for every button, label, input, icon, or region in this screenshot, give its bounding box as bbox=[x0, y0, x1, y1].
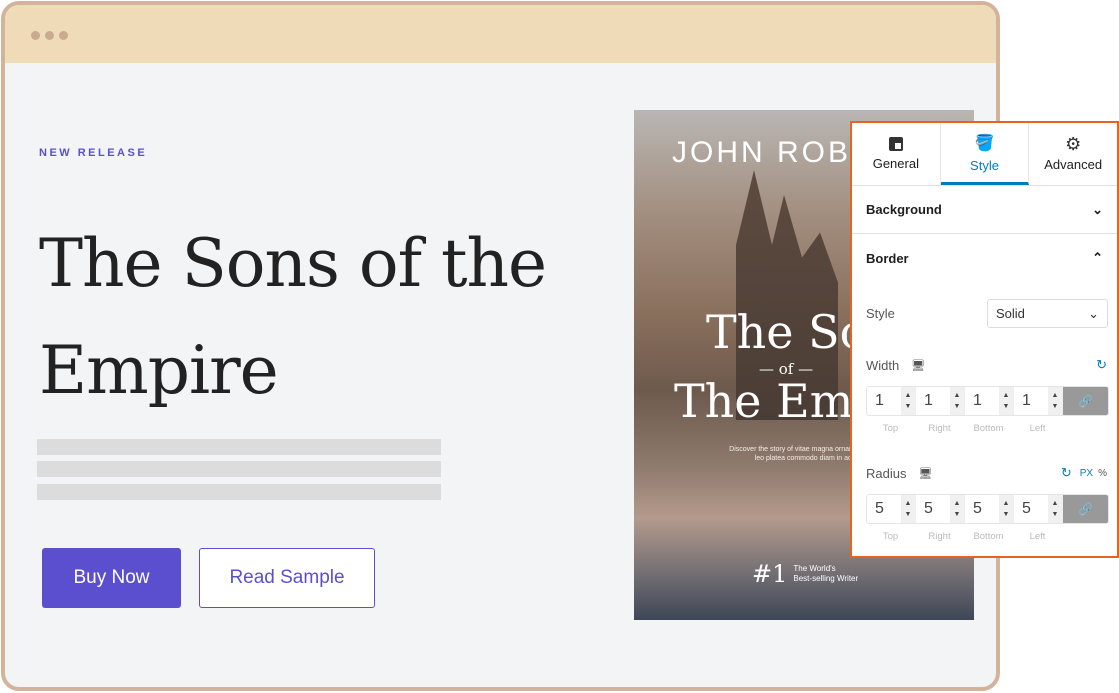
rank-line: Best-selling Writer bbox=[793, 574, 859, 583]
radius-right-input[interactable]: 5 ▲ ▼ bbox=[916, 495, 965, 523]
gear-icon: ⚙ bbox=[1065, 134, 1082, 154]
chevron-down-icon: ⌄ bbox=[1088, 305, 1099, 321]
tab-label: General bbox=[872, 156, 919, 171]
desktop-icon[interactable]: 🖥 bbox=[918, 467, 932, 480]
width-inputs: 1 ▲ ▼ 1 ▲ ▼ 1 ▲ ▼ 1 ▲ ▼ 🔗 bbox=[866, 386, 1109, 416]
radius-inputs: 5 ▲ ▼ 5 ▲ ▼ 5 ▲ ▼ 5 ▲ ▼ 🔗 bbox=[866, 494, 1109, 524]
tab-style[interactable]: 🪣 Style bbox=[940, 123, 1030, 185]
desktop-icon[interactable]: 🖥 bbox=[911, 359, 925, 372]
width-right-input[interactable]: 1 ▲ ▼ bbox=[916, 387, 965, 415]
width-row: Width 🖥 ↻ bbox=[866, 357, 1107, 373]
section-title: Border bbox=[866, 250, 909, 266]
layout-icon bbox=[888, 137, 903, 151]
tab-general[interactable]: General bbox=[852, 123, 941, 185]
buy-now-button[interactable]: Buy Now bbox=[42, 548, 181, 608]
radius-row: Radius 🖥 ↻ PX% bbox=[866, 465, 1107, 481]
section-title: Background bbox=[866, 202, 942, 217]
window-dot bbox=[59, 31, 68, 40]
radius-top-input[interactable]: 5 ▲ ▼ bbox=[867, 495, 916, 523]
background-section[interactable]: Background ⌄ bbox=[852, 186, 1117, 234]
rank-number: #1 bbox=[752, 560, 788, 588]
window-dot bbox=[31, 31, 40, 40]
window-dot bbox=[45, 31, 54, 40]
tab-advanced[interactable]: ⚙ Advanced bbox=[1029, 123, 1117, 185]
unit-percent[interactable]: % bbox=[1098, 468, 1107, 479]
eyebrow-label: NEW RELEASE bbox=[39, 147, 148, 159]
cover-rank: #1 The World's Best-selling Writer bbox=[752, 560, 858, 588]
cover-author: JOHN ROB bbox=[672, 136, 852, 169]
link-values-button[interactable]: 🔗 bbox=[1063, 495, 1108, 523]
width-label: Width bbox=[866, 357, 900, 373]
select-value: Solid bbox=[996, 306, 1025, 321]
page-title: The Sons of the Empire bbox=[39, 225, 547, 409]
link-values-button[interactable]: 🔗 bbox=[1063, 387, 1108, 415]
text-placeholder bbox=[37, 461, 441, 477]
radius-left-input[interactable]: 5 ▲ ▼ bbox=[1014, 495, 1063, 523]
cover-title-line2: The Em bbox=[674, 374, 854, 428]
reset-icon[interactable]: ↻ bbox=[1096, 357, 1107, 373]
width-side-labels: Top Right Bottom Left bbox=[882, 423, 1046, 434]
unit-px[interactable]: PX bbox=[1080, 468, 1093, 479]
width-bottom-input[interactable]: 1 ▲ ▼ bbox=[965, 387, 1014, 415]
title-bar bbox=[5, 5, 996, 63]
radius-label: Radius bbox=[866, 465, 907, 481]
chevron-down-icon: ⌄ bbox=[1092, 201, 1103, 217]
cover-title-line1: The So bbox=[706, 305, 868, 359]
tab-label: Style bbox=[970, 157, 999, 173]
radius-bottom-input[interactable]: 5 ▲ ▼ bbox=[965, 495, 1014, 523]
read-sample-button[interactable]: Read Sample bbox=[199, 548, 375, 608]
text-placeholder bbox=[37, 439, 441, 455]
rank-line: The World's bbox=[793, 564, 836, 573]
radius-side-labels: Top Right Bottom Left bbox=[882, 531, 1046, 542]
paint-bucket-icon: 🪣 bbox=[974, 134, 995, 152]
panel-tabs: General 🪣 Style ⚙ Advanced bbox=[852, 123, 1117, 186]
style-panel: General 🪣 Style ⚙ Advanced Background ⌄ Bor… bbox=[850, 121, 1119, 558]
border-style-select[interactable]: Solid ⌄ bbox=[987, 299, 1108, 328]
width-top-input[interactable]: 1 ▲ ▼ bbox=[867, 387, 916, 415]
chevron-up-icon: ⌃ bbox=[1092, 250, 1103, 265]
tab-label: Advanced bbox=[1044, 157, 1103, 172]
text-placeholder bbox=[37, 484, 441, 500]
reset-icon[interactable]: ↻ bbox=[1061, 465, 1072, 481]
width-left-input[interactable]: 1 ▲ ▼ bbox=[1014, 387, 1063, 415]
border-section[interactable]: Border ⌃ bbox=[852, 234, 1117, 282]
rank-text: The World's Best-selling Writer bbox=[793, 564, 858, 584]
